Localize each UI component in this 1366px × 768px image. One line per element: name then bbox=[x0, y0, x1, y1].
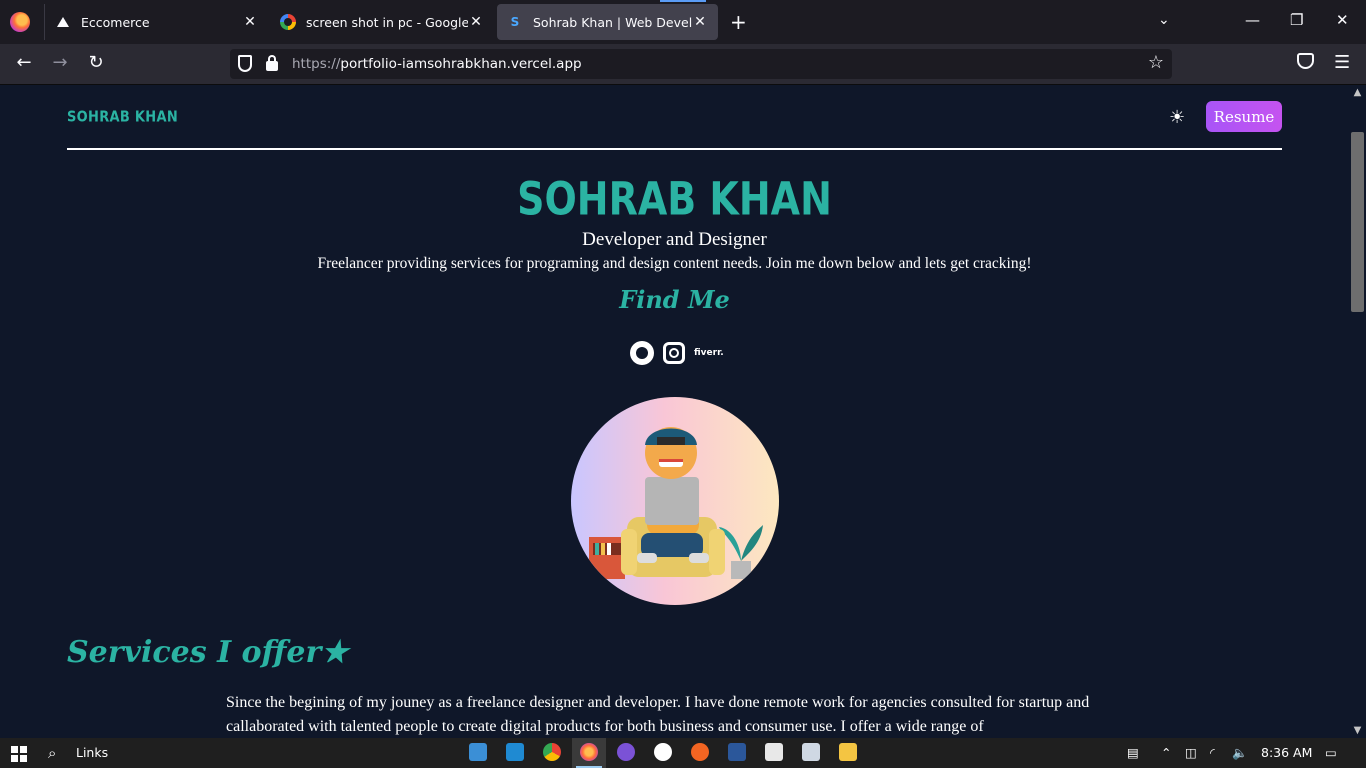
resume-button[interactable]: Resume bbox=[1206, 101, 1282, 132]
about-paragraph: Since the begining of my jouney as a fre… bbox=[226, 694, 1090, 735]
meet-now-icon[interactable]: ◫ bbox=[1185, 745, 1197, 760]
volume-icon[interactable]: 🔈 bbox=[1232, 745, 1248, 761]
tab-title: Eccomerce bbox=[81, 14, 150, 30]
github-icon[interactable] bbox=[630, 341, 654, 365]
file-explorer-icon[interactable] bbox=[839, 743, 857, 761]
shield-icon[interactable] bbox=[238, 55, 252, 72]
site-favicon-icon: S bbox=[510, 15, 520, 29]
search-icon[interactable]: ⌕ bbox=[48, 744, 56, 762]
firefox-taskbar-icon[interactable] bbox=[580, 743, 598, 761]
forward-arrow-icon[interactable]: → bbox=[48, 52, 72, 73]
google-icon bbox=[280, 14, 296, 30]
firefox-icon[interactable] bbox=[10, 12, 30, 32]
services-heading: Services I offer★ bbox=[67, 635, 349, 670]
this-pc-icon[interactable] bbox=[469, 743, 487, 761]
tab-title: Sohrab Khan | Web Developer bbox=[533, 14, 692, 30]
url-text[interactable]: https://portfolio-iamsohrabkhan.vercel.a… bbox=[292, 56, 582, 72]
page-content: SOHRAB KHAN ☀ Resume SOHRAB KHAN Develop… bbox=[0, 85, 1349, 738]
fiverr-icon[interactable]: fiverr. bbox=[694, 348, 724, 358]
bookmark-star-icon[interactable]: ☆ bbox=[1148, 52, 1164, 73]
tab-eccomerce[interactable]: Eccomerce ✕ bbox=[44, 4, 268, 40]
new-tab-button[interactable]: + bbox=[730, 10, 747, 34]
word-icon[interactable] bbox=[728, 743, 746, 761]
sun-icon[interactable]: ☀ bbox=[1169, 107, 1185, 128]
hero-role: Developer and Designer bbox=[582, 229, 767, 250]
reload-icon[interactable]: ↻ bbox=[84, 52, 108, 73]
close-icon[interactable]: ✕ bbox=[242, 14, 258, 30]
notification-icon[interactable]: ▭ bbox=[1325, 745, 1337, 760]
list-tabs-chevron-icon[interactable]: ⌄ bbox=[1158, 12, 1170, 28]
minimize-icon[interactable]: — bbox=[1245, 11, 1260, 29]
tab-title: screen shot in pc - Google Search bbox=[306, 14, 468, 30]
scroll-up-arrow-icon[interactable]: ▲ bbox=[1349, 87, 1366, 98]
address-bar[interactable]: https://portfolio-iamsohrabkhan.vercel.a… bbox=[230, 49, 1172, 79]
scroll-down-arrow-icon[interactable]: ▼ bbox=[1349, 725, 1366, 736]
close-icon[interactable]: ✕ bbox=[692, 14, 708, 30]
header-divider bbox=[67, 148, 1282, 150]
restore-icon[interactable]: ❐ bbox=[1290, 11, 1303, 29]
clock[interactable]: 8:36 AM bbox=[1261, 745, 1312, 760]
hero-description: Freelancer providing services for progra… bbox=[317, 255, 1032, 272]
window-close-icon[interactable]: ✕ bbox=[1336, 11, 1349, 29]
find-me-heading: Find Me bbox=[619, 285, 730, 314]
tab-google-search[interactable]: screen shot in pc - Google Search ✕ bbox=[270, 4, 494, 40]
app-icon[interactable] bbox=[654, 743, 672, 761]
chrome-icon[interactable] bbox=[543, 743, 561, 761]
social-links: fiverr. bbox=[630, 341, 724, 365]
windows-taskbar: ⌕ Links ▤ ⌃ ◫ ◜ 🔈 8:36 AM ▭ bbox=[0, 738, 1366, 768]
vscode-icon[interactable] bbox=[506, 743, 524, 761]
scroll-thumb[interactable] bbox=[1351, 132, 1364, 312]
links-toolbar-label[interactable]: Links bbox=[76, 745, 108, 760]
hamburger-menu-icon[interactable]: ☰ bbox=[1334, 52, 1350, 73]
navigation-toolbar: ← → ↻ https://portfolio-iamsohrabkhan.ve… bbox=[0, 44, 1366, 85]
tab-portfolio[interactable]: S Sohrab Khan | Web Developer ✕ bbox=[497, 4, 718, 40]
site-brand-logo[interactable]: SOHRAB KHAN bbox=[67, 109, 178, 126]
news-icon[interactable]: ▤ bbox=[1127, 745, 1139, 760]
avatar bbox=[571, 397, 779, 605]
chevron-up-icon[interactable]: ⌃ bbox=[1161, 745, 1171, 760]
store-icon[interactable] bbox=[802, 743, 820, 761]
mail-icon[interactable] bbox=[765, 743, 783, 761]
github-desktop-icon[interactable] bbox=[617, 743, 635, 761]
postman-icon[interactable] bbox=[691, 743, 709, 761]
pocket-icon[interactable] bbox=[1297, 53, 1314, 69]
hero-name: SOHRAB KHAN bbox=[517, 172, 832, 226]
avatar-illustration bbox=[589, 427, 763, 579]
back-arrow-icon[interactable]: ← bbox=[12, 52, 36, 73]
scrollbar[interactable]: ▲ ▼ bbox=[1349, 85, 1366, 738]
windows-start-icon[interactable] bbox=[11, 746, 27, 762]
instagram-icon[interactable] bbox=[663, 342, 685, 364]
tab-accent-line bbox=[660, 0, 706, 2]
wifi-icon[interactable]: ◜ bbox=[1210, 745, 1215, 760]
lock-icon[interactable] bbox=[266, 55, 278, 71]
triangle-icon bbox=[55, 14, 71, 30]
close-icon[interactable]: ✕ bbox=[468, 14, 484, 30]
tab-bar: Eccomerce ✕ screen shot in pc - Google S… bbox=[0, 0, 1366, 44]
